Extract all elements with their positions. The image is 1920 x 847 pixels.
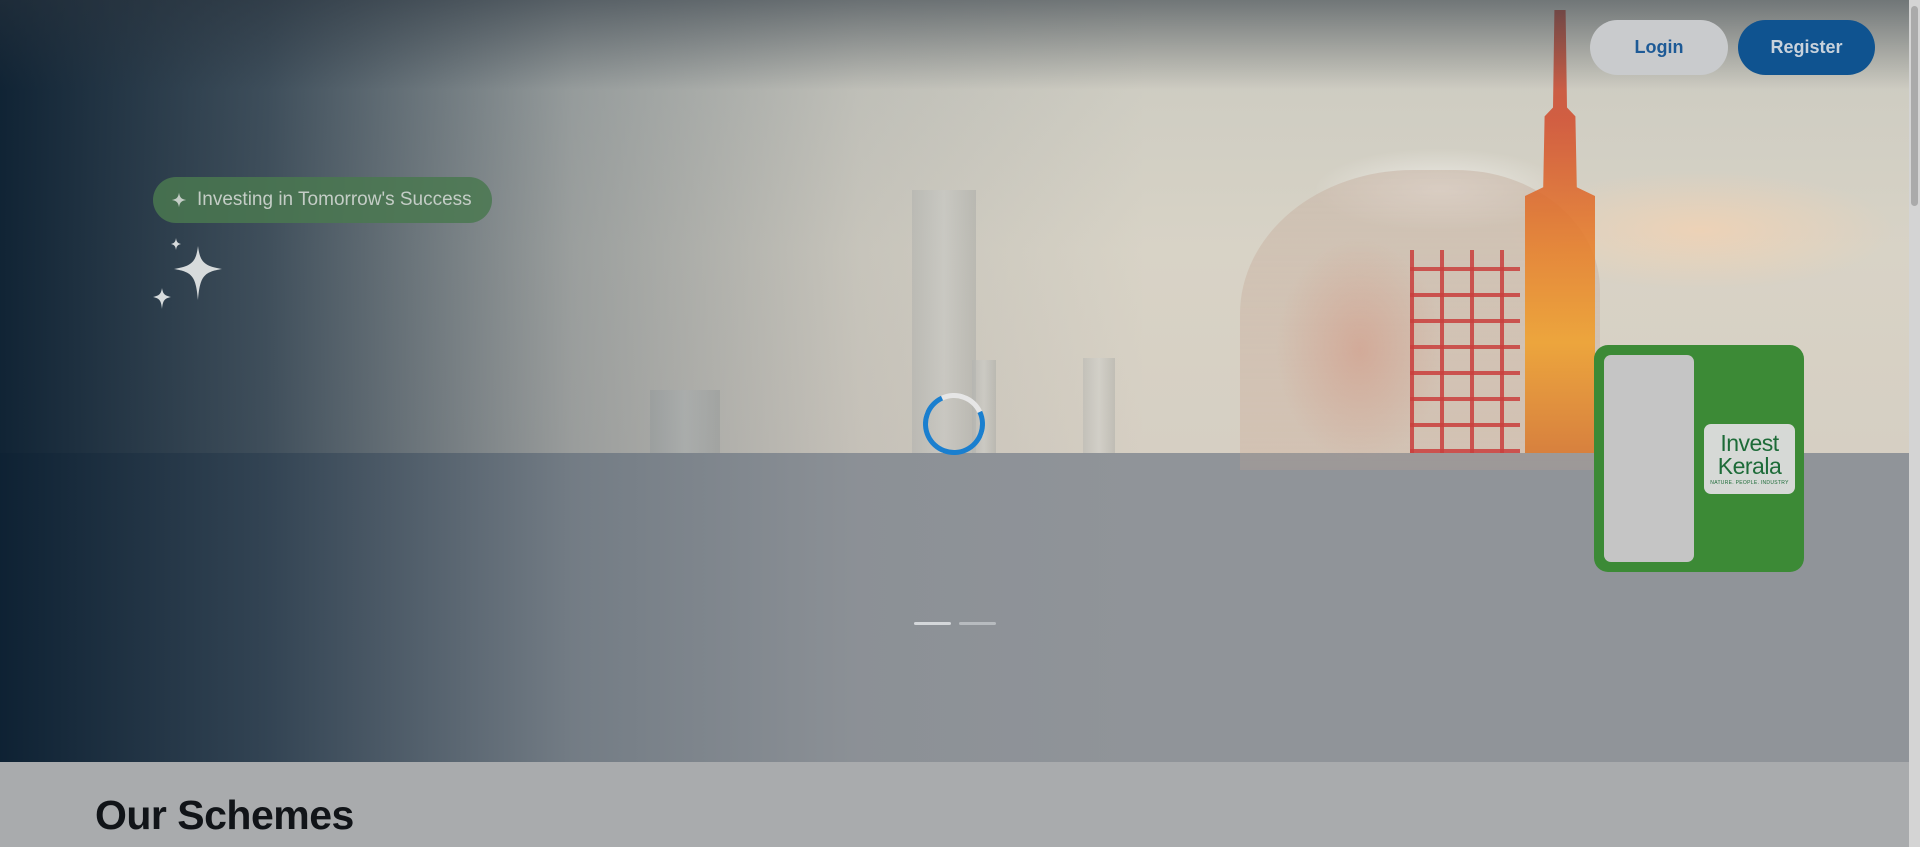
hero-tagline-text: Investing in Tomorrow's Success [197, 189, 472, 210]
invest-kerala-logo: Invest Kerala NATURE. PEOPLE. INDUSTRY [1704, 424, 1795, 494]
page: Investing in Tomorrow's Success Invest K… [0, 0, 1920, 847]
logo-line-2: Kerala [1717, 453, 1782, 479]
carousel-dot-2[interactable] [959, 622, 996, 625]
schemes-section: Our Schemes [0, 762, 1909, 847]
invest-kerala-card[interactable]: Invest Kerala NATURE. PEOPLE. INDUSTRY [1594, 345, 1804, 572]
hero-tagline-pill: Investing in Tomorrow's Success [153, 177, 492, 223]
sparkles-icon [153, 238, 222, 309]
hero-banner: Investing in Tomorrow's Success Invest K… [0, 0, 1909, 762]
login-button[interactable]: Login [1590, 20, 1728, 75]
carousel-indicators [914, 622, 996, 625]
logo-line-1: Invest [1720, 430, 1779, 456]
logo-tagline: NATURE. PEOPLE. INDUSTRY [1710, 480, 1789, 486]
register-button[interactable]: Register [1738, 20, 1875, 75]
promo-image-placeholder [1604, 355, 1694, 562]
carousel-dot-1[interactable] [914, 622, 951, 625]
scrollbar-thumb[interactable] [1911, 6, 1918, 206]
schemes-heading: Our Schemes [95, 792, 354, 838]
page-scrollbar[interactable] [1909, 0, 1920, 847]
sparkle-icon [171, 192, 187, 208]
